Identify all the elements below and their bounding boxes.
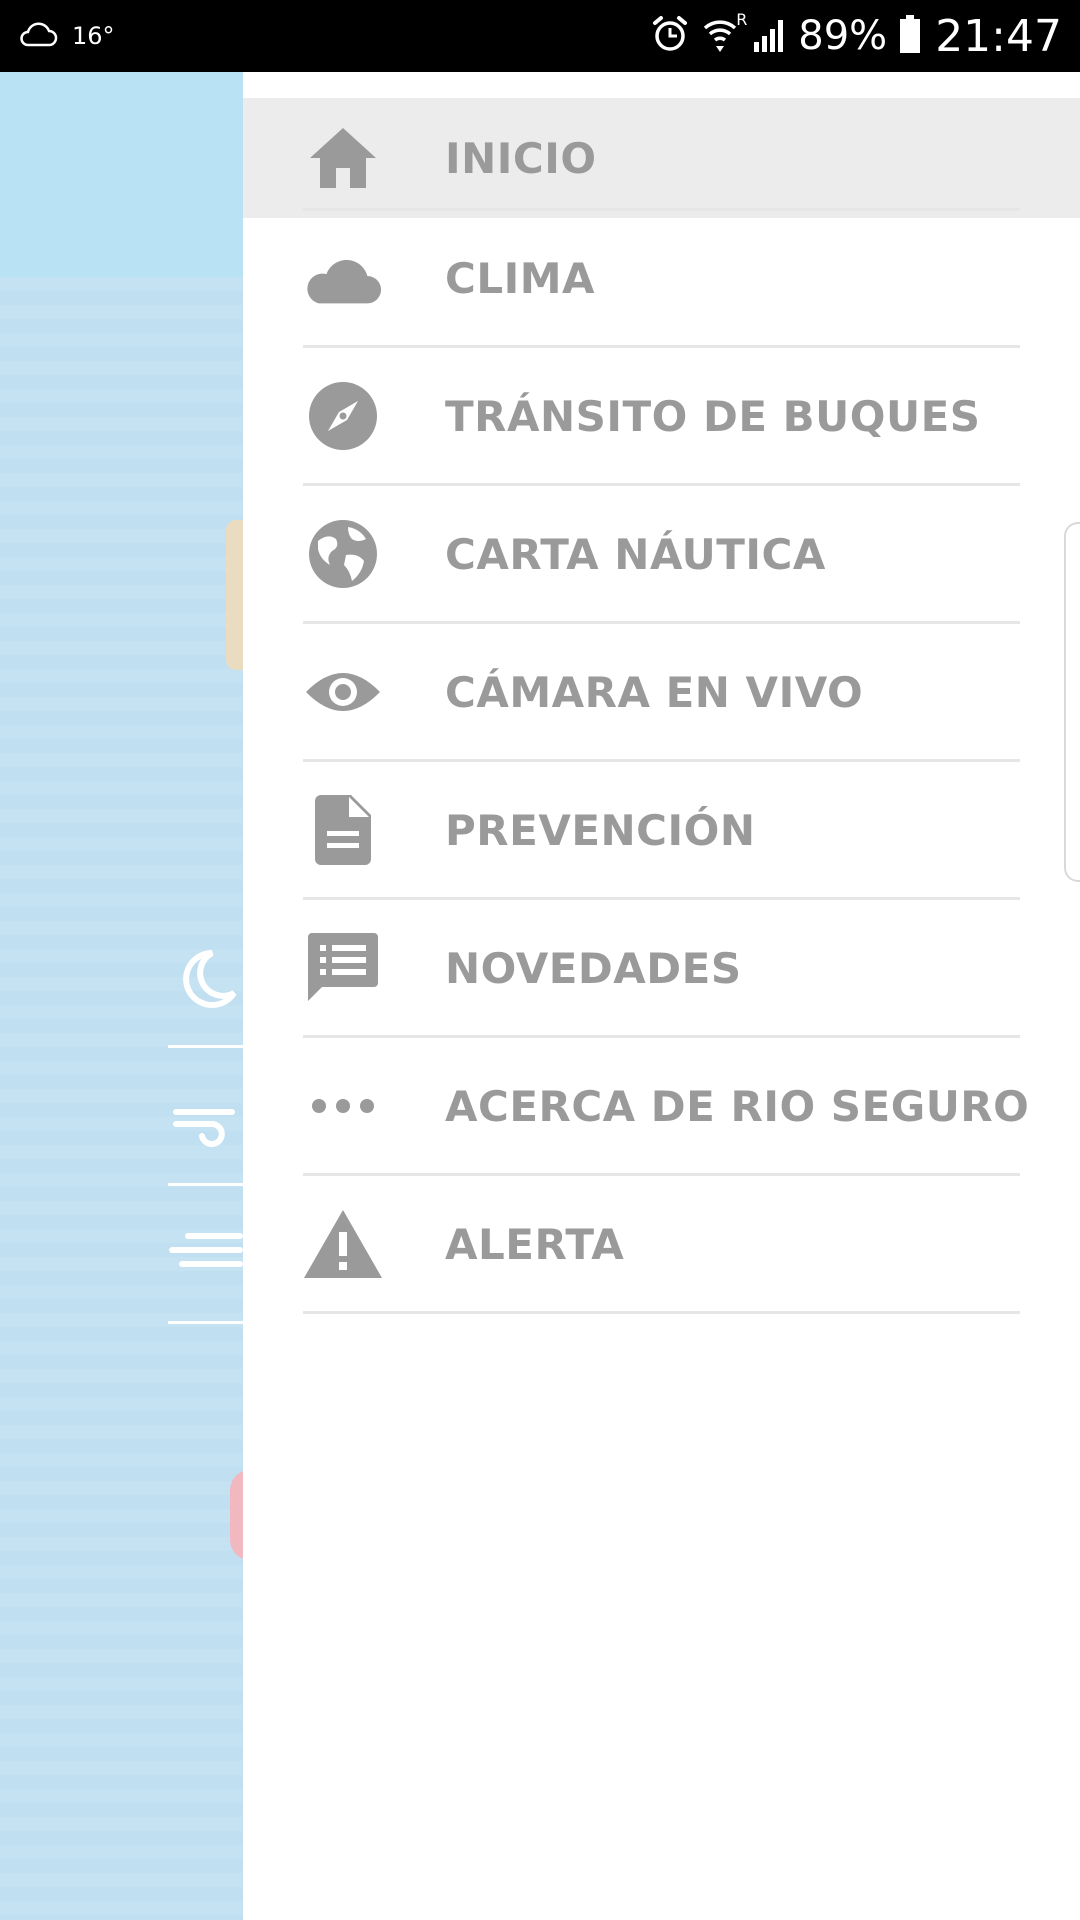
drawer-item-label: CLIMA: [445, 253, 596, 303]
home-icon: [303, 118, 383, 198]
warning-icon: [303, 1204, 383, 1284]
drawer-divider: [303, 1311, 1020, 1314]
wind-icon: [172, 1090, 244, 1154]
wifi-icon: [690, 14, 738, 58]
drawer-edge-handle[interactable]: [1064, 522, 1080, 882]
drawer-item-label: ACERCA DE RIO SEGURO: [445, 1081, 1030, 1131]
drawer-item-novedades[interactable]: NOVEDADES: [243, 908, 1080, 1028]
drawer-item-transito-de-buques[interactable]: TRÁNSITO DE BUQUES: [243, 356, 1080, 476]
battery-percent: 89%: [798, 13, 888, 59]
globe-icon: [303, 514, 383, 594]
background-divider: [168, 1321, 243, 1324]
navigation-drawer: INICIO CLIMA TRÁNSITO DE BUQUES CARTA NÁ…: [243, 72, 1080, 1920]
drawer-item-camara-en-vivo[interactable]: CÁMARA EN VIVO: [243, 632, 1080, 752]
drawer-item-label: NOVEDADES: [445, 943, 742, 993]
roaming-indicator: R: [736, 10, 748, 29]
wind-gust-icon: [168, 1228, 244, 1282]
app-screen: 16° R 89% 21:47 INICIO CLIMA TRÁNSITO DE…: [0, 0, 1080, 1920]
cloud-icon: [303, 238, 383, 318]
status-bar: 16° R 89% 21:47: [0, 0, 1080, 72]
status-clock: 21:47: [935, 10, 1062, 62]
drawer-item-clima[interactable]: CLIMA: [243, 218, 1080, 338]
drawer-divider: [303, 345, 1020, 348]
drawer-divider: [303, 897, 1020, 900]
drawer-item-label: ALERTA: [445, 1219, 625, 1269]
drawer-divider: [303, 208, 1020, 211]
moon-icon: [172, 945, 242, 1019]
weather-temperature: 16°: [72, 22, 115, 50]
signal-icon: R: [736, 10, 788, 58]
document-icon: [303, 790, 383, 870]
drawer-divider: [303, 1035, 1020, 1038]
drawer-item-label: INICIO: [445, 133, 597, 183]
background-header: [0, 72, 243, 277]
chat-list-icon: [303, 928, 383, 1008]
drawer-divider: [303, 1173, 1020, 1176]
drawer-item-alerta[interactable]: ALERTA: [243, 1184, 1080, 1304]
status-left: 16°: [18, 0, 115, 72]
drawer-item-carta-nautica[interactable]: CARTA NÁUTICA: [243, 494, 1080, 614]
drawer-item-inicio[interactable]: INICIO: [243, 98, 1080, 218]
drawer-item-label: PREVENCIÓN: [445, 805, 756, 855]
compass-icon: [303, 376, 383, 456]
drawer-divider: [303, 621, 1020, 624]
status-right: R 89% 21:47: [638, 0, 1062, 72]
drawer-item-prevencion[interactable]: PREVENCIÓN: [243, 770, 1080, 890]
battery-icon: [887, 14, 921, 58]
drawer-divider: [303, 759, 1020, 762]
background-divider: [168, 1045, 243, 1048]
drawer-item-label: CARTA NÁUTICA: [445, 529, 826, 579]
background-divider: [168, 1183, 243, 1186]
alarm-icon: [638, 14, 690, 58]
cloud-outline-icon: [18, 20, 58, 52]
more-dots-icon: [303, 1066, 383, 1146]
eye-icon: [303, 652, 383, 732]
drawer-item-acerca-de-rio-seguro[interactable]: ACERCA DE RIO SEGURO: [243, 1046, 1080, 1166]
drawer-item-label: CÁMARA EN VIVO: [445, 667, 864, 717]
drawer-item-label: TRÁNSITO DE BUQUES: [445, 391, 981, 441]
drawer-divider: [303, 483, 1020, 486]
